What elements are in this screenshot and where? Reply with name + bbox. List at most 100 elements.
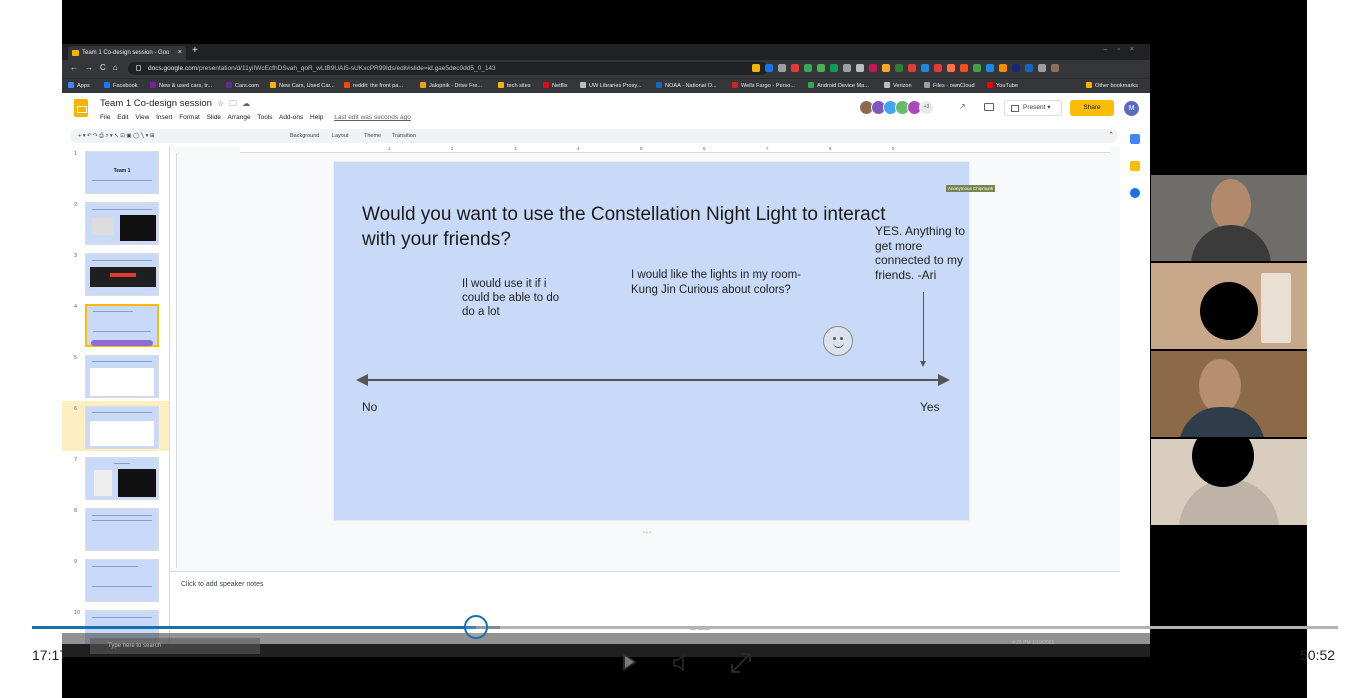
bookmark-item[interactable]: Verizon xyxy=(884,82,912,89)
star-icon[interactable]: ☆ xyxy=(217,99,224,108)
taskbar-search[interactable]: Type here to search xyxy=(90,638,260,654)
menu-addons[interactable]: Add-ons xyxy=(279,114,303,121)
extension-icon[interactable] xyxy=(817,64,825,72)
response-text-2[interactable]: I would like the lights in my room-Kung … xyxy=(631,268,806,297)
bookmark-item[interactable]: Jalopnik - Drive Fre... xyxy=(420,82,482,89)
response-text-3[interactable]: YES. Anything to get more connected to m… xyxy=(875,224,973,282)
slide-question[interactable]: Would you want to use the Constellation … xyxy=(362,202,902,252)
extension-icon[interactable] xyxy=(778,64,786,72)
notes-resize-handle[interactable]: • • • xyxy=(643,530,651,536)
extension-icon[interactable] xyxy=(999,64,1007,72)
extension-icon[interactable] xyxy=(856,64,864,72)
participant-tile[interactable] xyxy=(1151,439,1307,525)
axis-label-no[interactable]: No xyxy=(362,400,377,414)
layout-button[interactable]: Layout xyxy=(332,129,349,143)
extension-icon[interactable] xyxy=(804,64,812,72)
menu-help[interactable]: Help xyxy=(310,114,323,121)
fullscreen-icon[interactable] xyxy=(729,651,753,675)
extension-icon[interactable] xyxy=(986,64,994,72)
address-bar[interactable]: docs.google.com/presentation/d/11yiIWcEc… xyxy=(128,62,768,75)
keep-icon[interactable] xyxy=(1130,161,1140,171)
extension-icon[interactable] xyxy=(973,64,981,72)
extension-icon[interactable] xyxy=(921,64,929,72)
no-yes-axis-arrow[interactable] xyxy=(356,374,950,386)
menu-format[interactable]: Format xyxy=(179,114,200,121)
slide-thumbnail[interactable] xyxy=(85,559,159,602)
slide-thumbnail[interactable] xyxy=(85,355,159,398)
bookmark-item[interactable]: Files - ownCloud xyxy=(924,82,975,89)
bookmark-item[interactable]: YouTube xyxy=(987,82,1018,89)
extension-icon[interactable] xyxy=(882,64,890,72)
profile-icon[interactable] xyxy=(1051,64,1059,72)
bookmark-item[interactable]: Cars.com xyxy=(226,82,259,89)
browser-tab[interactable]: Team 1 Co-design session - Goo × xyxy=(68,46,186,60)
response-text-1[interactable]: Il would use it if i could be able to do… xyxy=(462,277,572,319)
extension-icon[interactable] xyxy=(1012,64,1020,72)
present-button[interactable]: Present ▾ xyxy=(1004,100,1062,116)
close-tab-icon[interactable]: × xyxy=(178,46,182,60)
menu-arrange[interactable]: Arrange xyxy=(228,114,251,121)
last-edit-link[interactable]: Last edit was seconds ago xyxy=(334,114,411,121)
comment-icon[interactable] xyxy=(984,103,994,111)
bookmark-item[interactable]: Netflix xyxy=(543,82,568,89)
smiley-face-icon[interactable] xyxy=(823,326,853,356)
move-folder-icon[interactable]: 🗀 xyxy=(229,99,237,108)
seek-handle[interactable] xyxy=(464,615,488,639)
current-slide[interactable]: Would you want to use the Constellation … xyxy=(334,162,996,520)
extension-icon[interactable] xyxy=(934,64,942,72)
bookmark-item[interactable]: New & used cars, tr... xyxy=(150,82,212,89)
menu-file[interactable]: File xyxy=(100,114,110,121)
slide-thumbnail[interactable] xyxy=(85,202,159,245)
share-button[interactable]: Share xyxy=(1070,100,1114,116)
theme-button[interactable]: Theme xyxy=(364,129,381,143)
down-arrow-shape[interactable] xyxy=(920,292,926,367)
extension-icon[interactable] xyxy=(765,64,773,72)
menu-edit[interactable]: Edit xyxy=(117,114,128,121)
extension-icon[interactable] xyxy=(895,64,903,72)
extension-icon[interactable] xyxy=(1025,64,1033,72)
menu-slide[interactable]: Slide xyxy=(207,114,221,121)
bookmark-item[interactable]: UW Libraries Proxy... xyxy=(580,82,641,89)
slide-thumbnail-selected[interactable] xyxy=(85,304,159,347)
toolbar-buttons[interactable]: + ▾ ↶ ↷ ⎙ ⌕ ▾ ↖ ⊡ ▣ ◯ ╲ ▾ ⊞ xyxy=(78,129,155,143)
navigation-buttons[interactable]: ←→C⌂ xyxy=(70,63,125,72)
volume-icon[interactable] xyxy=(672,655,686,671)
participant-tile[interactable] xyxy=(1151,263,1307,349)
calendar-icon[interactable] xyxy=(1130,134,1140,144)
slide-thumbnail[interactable] xyxy=(85,457,159,500)
other-bookmarks[interactable]: Other bookmarks xyxy=(1086,82,1138,89)
bookmark-item[interactable]: Wells Fargo - Perso... xyxy=(732,82,795,89)
menu-tools[interactable]: Tools xyxy=(257,114,272,121)
activity-trend-icon[interactable]: ↗ xyxy=(959,102,966,111)
bookmark-item[interactable]: tech sites xyxy=(498,82,531,89)
document-title[interactable]: Team 1 Co-design session xyxy=(100,98,212,109)
bookmark-item[interactable]: reddit: the front pa... xyxy=(344,82,403,89)
account-avatar[interactable]: M xyxy=(1124,101,1139,116)
extension-icon[interactable] xyxy=(843,64,851,72)
extension-icon[interactable] xyxy=(791,64,799,72)
participant-tile[interactable] xyxy=(1151,351,1307,437)
slide-thumbnail[interactable] xyxy=(85,253,159,296)
bookmark-item[interactable]: Apps xyxy=(68,82,90,89)
play-icon[interactable] xyxy=(623,653,637,671)
menu-insert[interactable]: Insert xyxy=(156,114,172,121)
participant-tile[interactable] xyxy=(1151,175,1307,261)
slides-logo-icon[interactable] xyxy=(74,99,88,117)
axis-label-yes[interactable]: Yes xyxy=(920,400,940,414)
new-tab-icon[interactable]: + xyxy=(192,45,198,56)
extension-icon[interactable] xyxy=(869,64,877,72)
star-icon[interactable] xyxy=(752,64,760,72)
background-button[interactable]: Background xyxy=(290,129,319,143)
extension-icon[interactable] xyxy=(947,64,955,72)
extension-icon[interactable] xyxy=(960,64,968,72)
collapse-toolbar-icon[interactable]: ⌃ xyxy=(1108,129,1114,143)
tasks-icon[interactable] xyxy=(1130,188,1140,198)
bookmark-item[interactable]: Android Device Ma... xyxy=(808,82,869,89)
bookmark-item[interactable]: New Cars, Used Car... xyxy=(270,82,335,89)
menu-view[interactable]: View xyxy=(135,114,149,121)
extension-icon[interactable] xyxy=(830,64,838,72)
bookmark-item[interactable]: Facebook xyxy=(104,82,138,89)
extension-icon[interactable] xyxy=(908,64,916,72)
window-controls[interactable]: –▫× xyxy=(1104,46,1144,53)
slide-thumbnail[interactable] xyxy=(85,508,159,551)
